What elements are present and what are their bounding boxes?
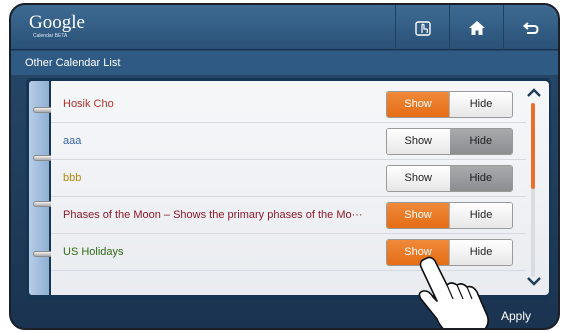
calendar-name: US Holidays xyxy=(63,246,124,258)
calendar-name: Hosik Cho xyxy=(63,98,114,110)
back-button[interactable] xyxy=(503,5,557,50)
binder-ring xyxy=(33,107,53,113)
visibility-toggle: Show Hide xyxy=(386,128,513,155)
calendar-row: aaa Show Hide xyxy=(51,123,526,160)
show-button[interactable]: Show xyxy=(387,92,449,117)
show-button[interactable]: Show xyxy=(387,166,450,191)
google-calendar-logo: Google Calendar BETA xyxy=(29,12,85,40)
page-title: Other Calendar List xyxy=(11,51,558,75)
hide-button[interactable]: Hide xyxy=(449,203,512,228)
top-bar: Google Calendar BETA xyxy=(11,5,558,50)
binder-spine xyxy=(29,81,49,295)
show-button[interactable]: Show xyxy=(387,203,449,228)
show-button[interactable]: Show xyxy=(387,129,450,154)
back-icon xyxy=(522,21,539,34)
calendar-row: Hosik Cho Show Hide xyxy=(51,86,526,123)
binder-ring xyxy=(33,155,53,161)
touch-icon xyxy=(414,20,431,36)
scrollbar-thumb[interactable] xyxy=(531,103,535,189)
calendar-name: aaa xyxy=(63,135,82,147)
app-screen: Google Calendar BETA Other Calendar List… xyxy=(11,5,558,328)
logo-text: Google xyxy=(29,12,85,33)
device-frame: Google Calendar BETA Other Calendar List… xyxy=(9,3,560,330)
hide-button[interactable]: Hide xyxy=(449,129,512,154)
hide-button[interactable]: Hide xyxy=(449,92,512,117)
home-icon xyxy=(468,20,485,35)
calendar-name: bbb xyxy=(63,172,82,184)
chevron-up-icon[interactable] xyxy=(524,85,544,101)
calendar-name: Phases of the Moon – Shows the primary p… xyxy=(63,209,363,221)
logo-subtext: Calendar BETA xyxy=(33,33,68,39)
hide-button[interactable]: Hide xyxy=(449,166,512,191)
binder-ring xyxy=(33,201,53,207)
calendar-row: bbb Show Hide xyxy=(51,160,526,197)
chevron-down-icon[interactable] xyxy=(524,273,544,289)
pointing-hand-icon xyxy=(418,256,489,328)
touch-button[interactable] xyxy=(395,5,449,50)
visibility-toggle: Show Hide xyxy=(386,91,513,118)
visibility-toggle: Show Hide xyxy=(386,202,513,229)
binder-ring xyxy=(33,251,53,257)
calendar-row: Phases of the Moon – Shows the primary p… xyxy=(51,197,526,234)
visibility-toggle: Show Hide xyxy=(386,165,513,192)
home-button[interactable] xyxy=(449,5,503,50)
